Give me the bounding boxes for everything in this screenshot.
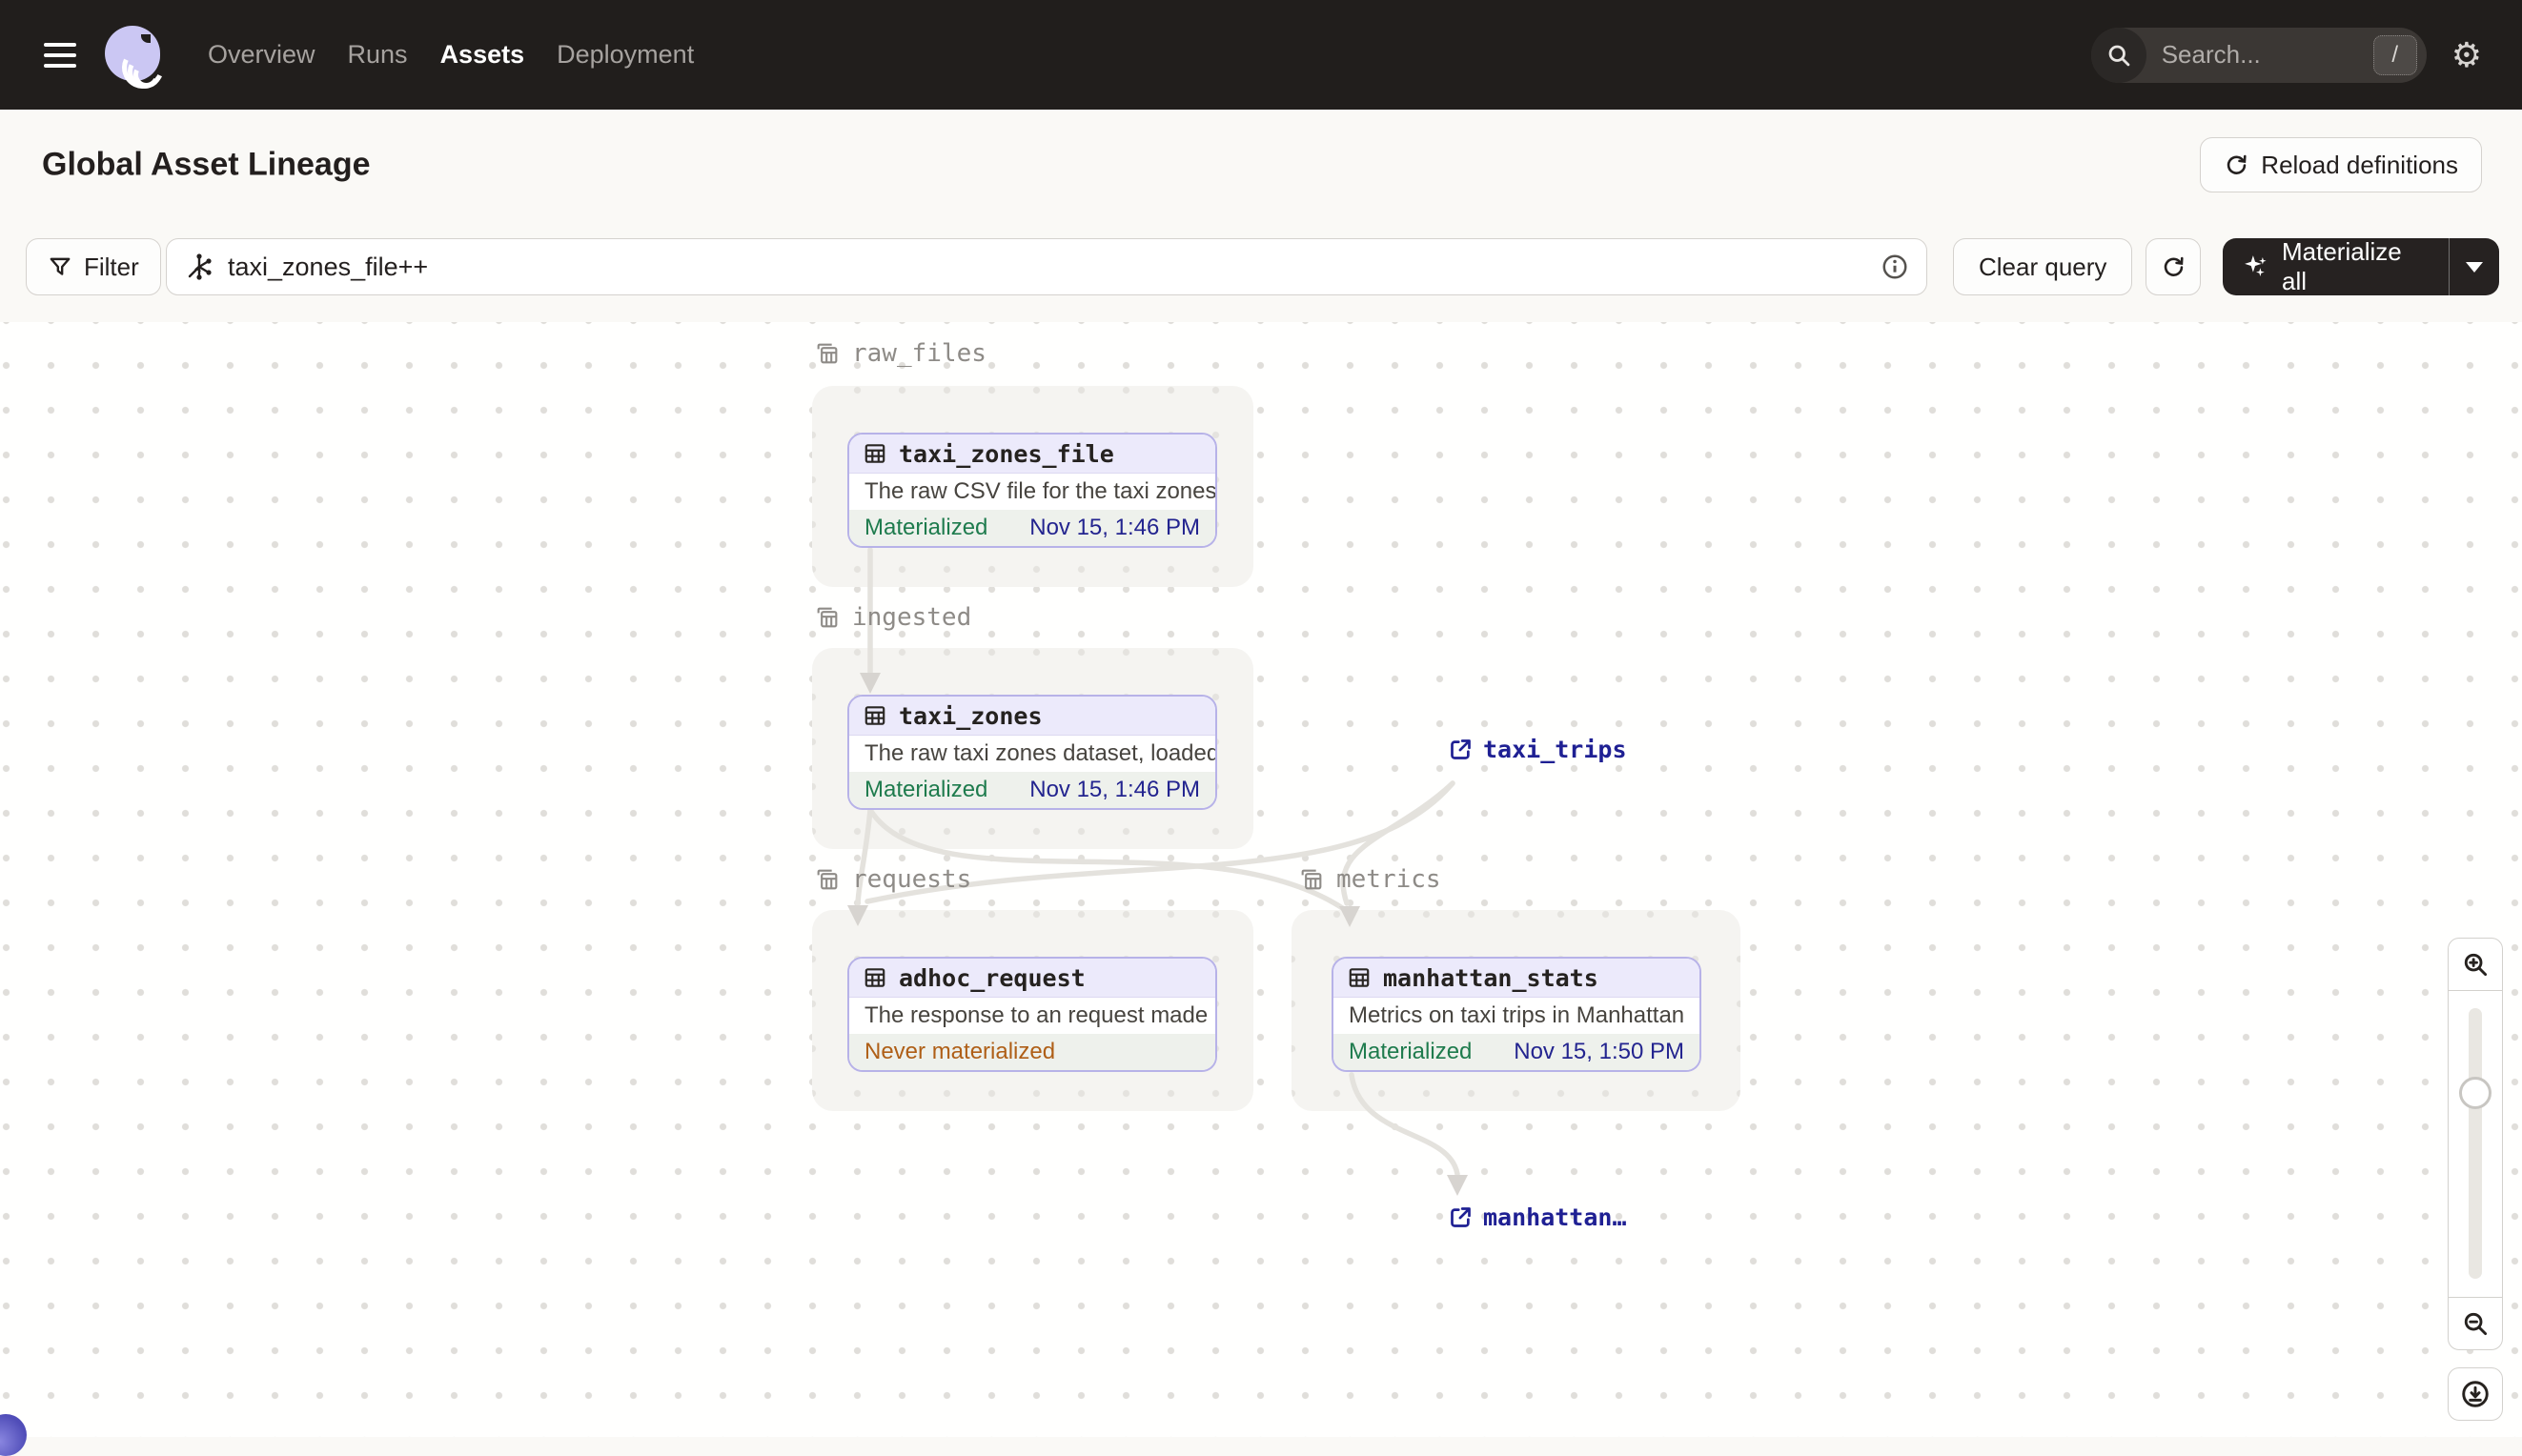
external-asset-taxi-trips[interactable]: taxi_trips: [1448, 736, 1627, 763]
search-shortcut-badge: /: [2372, 34, 2417, 75]
lineage-toolbar: Filter taxi_zones_file++ Clear query Mat…: [0, 219, 2522, 323]
search-icon: [2090, 27, 2146, 83]
zoom-slider[interactable]: [2448, 991, 2503, 1298]
asset-name: manhattan_stats: [1383, 963, 1598, 992]
grouped-table-icon: [817, 607, 838, 628]
group-name: ingested: [852, 603, 972, 632]
group-label-ingested[interactable]: ingested: [814, 603, 971, 632]
asset-query-input[interactable]: taxi_zones_file++: [166, 238, 1927, 295]
lineage-canvas[interactable]: raw_files ingested requests metrics taxi…: [0, 322, 2522, 1456]
zoom-in-button[interactable]: [2448, 938, 2503, 991]
gear-icon[interactable]: ⚙: [2451, 37, 2482, 72]
nav-links: Overview Runs Assets Deployment: [206, 34, 696, 75]
zoom-slider-track[interactable]: [2469, 1008, 2482, 1279]
graph-query-icon: [184, 252, 214, 282]
page-header: Global Asset Lineage Reload definitions: [0, 110, 2522, 219]
asset-name: taxi_zones_file: [899, 439, 1114, 468]
external-link-icon: [1451, 739, 1471, 759]
funnel-icon: [48, 254, 72, 279]
filter-label: Filter: [84, 252, 139, 281]
recenter-icon: [2462, 1380, 2489, 1407]
zoom-in-icon: [2464, 953, 2488, 977]
status-badge: Materialized: [864, 515, 988, 540]
zoom-out-icon: [2464, 1312, 2488, 1335]
external-asset-name: taxi_trips: [1483, 736, 1627, 763]
materialize-all-button[interactable]: Materialize all: [2223, 237, 2499, 295]
table-icon: [864, 706, 885, 725]
group-label-raw-files[interactable]: raw_files: [814, 339, 986, 368]
zoom-slider-thumb[interactable]: [2459, 1077, 2491, 1109]
materialization-timestamp: Nov 15, 1:46 PM: [1029, 515, 1200, 540]
sparkle-icon: [2242, 253, 2270, 281]
nav-item-overview[interactable]: Overview: [206, 34, 317, 75]
asset-name: taxi_zones: [899, 701, 1043, 730]
recenter-button[interactable]: [2448, 1366, 2503, 1421]
grouped-table-icon: [817, 343, 838, 364]
info-icon[interactable]: [1881, 253, 1909, 281]
asset-query-value: taxi_zones_file++: [228, 252, 429, 281]
caret-down-icon: [2466, 261, 2483, 273]
external-link-icon: [1451, 1207, 1471, 1227]
dagster-logo[interactable]: [105, 25, 171, 94]
zoom-out-button[interactable]: [2448, 1296, 2503, 1350]
asset-node-adhoc-request[interactable]: adhoc_request The response to an request…: [847, 957, 1217, 1072]
top-nav-bar: Overview Runs Assets Deployment Search..…: [0, 0, 2522, 110]
search-placeholder: Search...: [2161, 40, 2261, 69]
asset-description: The response to an request made in th…: [864, 1002, 1215, 1028]
clear-query-button[interactable]: Clear query: [1953, 238, 2133, 295]
asset-name: adhoc_request: [899, 963, 1086, 992]
grouped-table-icon: [1301, 869, 1322, 890]
nav-item-assets[interactable]: Assets: [438, 34, 527, 75]
asset-node-taxi-zones[interactable]: taxi_zones The raw taxi zones dataset, l…: [847, 695, 1217, 810]
external-asset-name: manhattan…: [1483, 1203, 1627, 1231]
refresh-icon: [2161, 254, 2186, 280]
refresh-button[interactable]: [2146, 238, 2201, 295]
table-icon: [864, 968, 885, 987]
status-badge: Materialized: [1349, 1039, 1473, 1064]
nav-item-deployment[interactable]: Deployment: [555, 34, 696, 75]
group-label-requests[interactable]: requests: [814, 865, 971, 894]
asset-node-manhattan-stats[interactable]: manhattan_stats Metrics on taxi trips in…: [1332, 957, 1701, 1072]
group-name: raw_files: [852, 339, 986, 368]
zoom-controls: [2448, 938, 2503, 1421]
nav-item-runs[interactable]: Runs: [346, 34, 410, 75]
grouped-table-icon: [817, 869, 838, 890]
table-icon: [864, 444, 885, 463]
status-badge: Never materialized: [864, 1039, 1056, 1064]
reload-icon: [2224, 152, 2249, 178]
status-badge: Materialized: [864, 777, 988, 802]
group-name: requests: [852, 865, 972, 894]
materialization-timestamp: Nov 15, 1:46 PM: [1029, 777, 1200, 802]
materialization-timestamp: Nov 15, 1:50 PM: [1514, 1039, 1684, 1064]
table-icon: [1349, 968, 1370, 987]
group-label-metrics[interactable]: metrics: [1298, 865, 1441, 894]
asset-description: Metrics on taxi trips in Manhattan: [1349, 1002, 1685, 1028]
group-name: metrics: [1336, 865, 1441, 894]
search-input[interactable]: Search... /: [2090, 27, 2427, 83]
asset-node-taxi-zones-file[interactable]: taxi_zones_file The raw CSV file for the…: [847, 433, 1217, 548]
reload-definitions-button[interactable]: Reload definitions: [2200, 137, 2482, 192]
external-asset-manhattan[interactable]: manhattan…: [1448, 1203, 1627, 1231]
clear-query-label: Clear query: [1979, 252, 2107, 281]
materialize-all-label: Materialize all: [2282, 237, 2402, 295]
asset-description: The raw taxi zones dataset, loaded int…: [864, 740, 1217, 766]
filter-button[interactable]: Filter: [26, 238, 161, 295]
page-title: Global Asset Lineage: [42, 146, 371, 182]
materialize-dropdown-button[interactable]: [2450, 238, 2499, 295]
reload-definitions-label: Reload definitions: [2261, 150, 2458, 179]
hamburger-icon[interactable]: [44, 42, 76, 68]
asset-description: The raw CSV file for the taxi zones dat…: [864, 478, 1217, 504]
lineage-edges: [847, 547, 1468, 1196]
